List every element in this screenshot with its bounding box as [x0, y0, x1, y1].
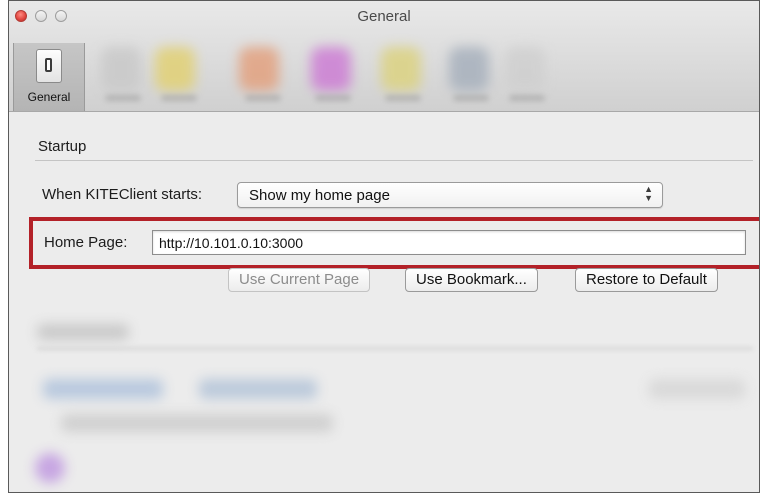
preferences-window: General General Startup When KITEClient … [8, 0, 760, 493]
window-title: General [357, 8, 411, 25]
when-starts-label: When KITEClient starts: [42, 186, 203, 203]
blurred-toolbar-label [161, 95, 197, 101]
use-current-page-button[interactable]: Use Current Page [228, 268, 371, 292]
toolbar-item-label: General [27, 90, 71, 104]
blurred-toolbar-label [315, 95, 351, 101]
blurred-toolbar-label [385, 95, 421, 101]
blurred-toolbar-icon[interactable] [311, 47, 351, 91]
blurred-toolbar-label [509, 95, 545, 101]
home-page-label: Home Page: [44, 234, 128, 251]
home-page-url-field[interactable] [152, 230, 746, 255]
blurred-option[interactable] [43, 379, 163, 399]
blurred-text [61, 414, 333, 432]
toolbar-item-general[interactable]: General [13, 43, 85, 111]
blurred-option[interactable] [199, 379, 317, 399]
section-divider [35, 160, 753, 161]
blurred-toolbar-label [453, 95, 489, 101]
blurred-toolbar-icon[interactable] [449, 47, 489, 91]
title-bar: General General [9, 1, 759, 112]
blurred-toolbar-label [105, 95, 141, 101]
use-bookmark-button[interactable]: Use Bookmark... [405, 268, 538, 292]
general-switch-icon [36, 49, 62, 83]
blurred-icon [35, 453, 65, 483]
blurred-toolbar-icon[interactable] [155, 47, 195, 91]
blurred-section-title [37, 324, 129, 340]
restore-default-button[interactable]: Restore to Default [575, 268, 718, 292]
blurred-toolbar-label [245, 95, 281, 101]
blurred-button[interactable] [649, 379, 745, 399]
blurred-toolbar-icon[interactable] [101, 47, 141, 91]
startup-behavior-value: Show my home page [249, 187, 390, 204]
blurred-divider [37, 347, 753, 350]
select-arrows-icon: ▲ ▼ [644, 184, 653, 203]
blurred-toolbar-icon[interactable] [381, 47, 421, 91]
startup-behavior-select[interactable]: Show my home page ▲ ▼ [237, 182, 663, 208]
startup-section-title: Startup [38, 138, 87, 155]
blurred-toolbar-icon[interactable] [505, 47, 545, 91]
blurred-toolbar-icon[interactable] [239, 47, 279, 91]
